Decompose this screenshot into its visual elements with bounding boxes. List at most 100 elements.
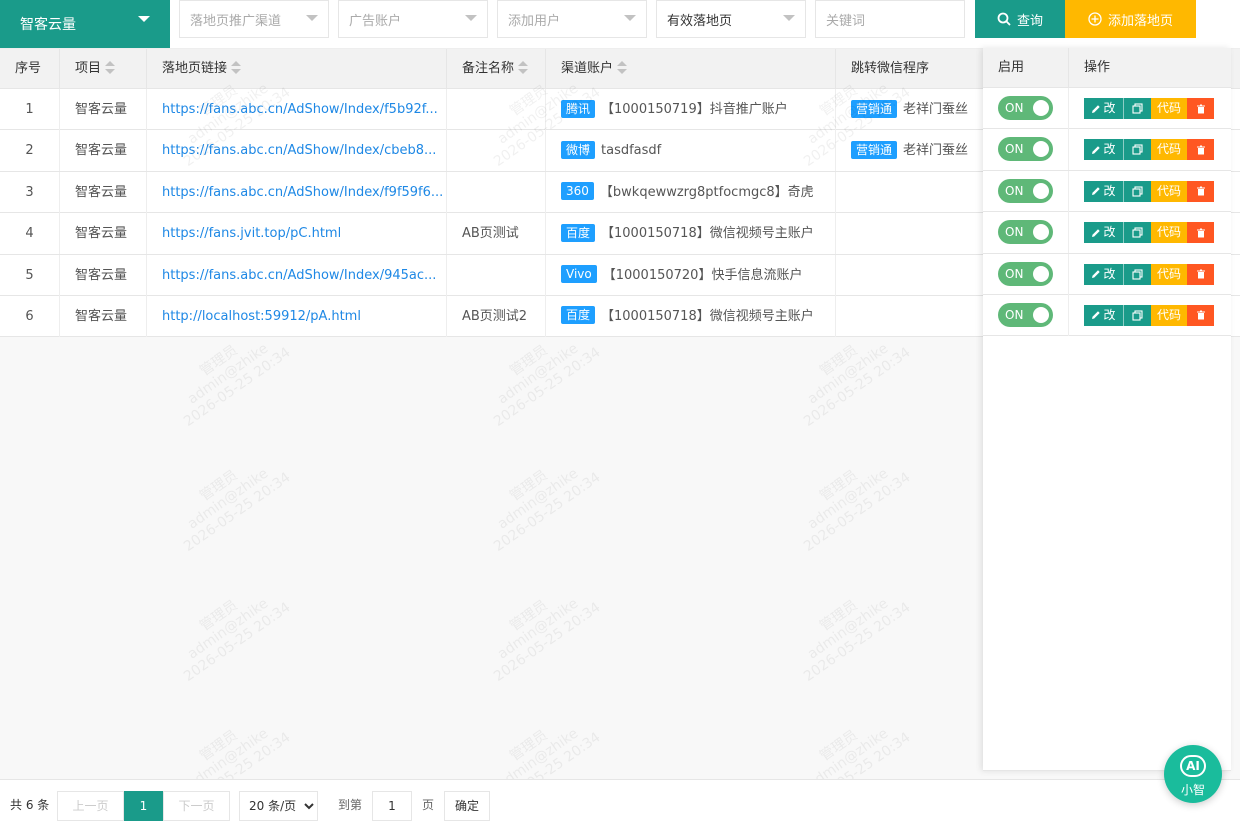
switch-label: ON <box>1005 101 1024 115</box>
code-button[interactable]: 代码 <box>1151 98 1187 119</box>
cell-channel-account: 腾讯 【1000150719】抖音推广账户 <box>546 89 836 130</box>
cell-index: 4 <box>0 213 60 255</box>
sort-icon[interactable] <box>518 60 529 75</box>
enable-switch[interactable]: ON <box>998 220 1053 245</box>
edit-label: 改 <box>1103 225 1116 240</box>
query-button[interactable]: 查询 <box>975 0 1065 38</box>
cell-wechat-mini <box>836 171 986 213</box>
cell-link: https://fans.abc.cn/AdShow/Index/945ac..… <box>147 254 447 296</box>
cell-project: 智客云量 <box>60 130 147 172</box>
col-channel-account[interactable]: 渠道账户 <box>546 49 836 89</box>
copy-button[interactable] <box>1123 222 1151 244</box>
landing-page-link[interactable]: https://fans.abc.cn/AdShow/Index/f5b92f.… <box>162 102 438 117</box>
total-count: 共 6 条 <box>10 798 50 812</box>
channel-select-placeholder: 落地页推广渠道 <box>190 13 282 29</box>
sort-icon[interactable] <box>105 60 116 75</box>
edit-button[interactable]: 改 <box>1084 304 1123 326</box>
fixed-row: ON 改 代码 <box>983 88 1231 130</box>
account-select-placeholder: 广告账户 <box>349 13 402 29</box>
switch-label: ON <box>1005 266 1024 281</box>
enable-switch[interactable]: ON <box>998 261 1053 286</box>
toolbar: 智客云量 落地页推广渠道 广告账户 添加用户 有效落地页 关键词 查询 添加落地… <box>0 0 1240 48</box>
copy-button[interactable] <box>1123 263 1151 285</box>
ai-assistant-button[interactable]: AI 小智 <box>1164 745 1222 803</box>
next-page-button[interactable]: 下一页 <box>163 791 230 821</box>
cell-channel-account: 百度 【1000150718】微信视频号主账户 <box>546 213 836 255</box>
chevron-down-icon <box>624 15 636 21</box>
col-project[interactable]: 项目 <box>60 49 147 89</box>
copy-button[interactable] <box>1123 98 1151 119</box>
copy-button[interactable] <box>1123 304 1151 326</box>
landing-page-link[interactable]: https://fans.abc.cn/AdShow/Index/945ac..… <box>162 268 436 283</box>
delete-button[interactable] <box>1187 139 1214 161</box>
cell-actions: 改 代码 <box>1069 88 1231 129</box>
delete-button[interactable] <box>1187 263 1214 285</box>
switch-knob <box>1033 265 1049 282</box>
code-button[interactable]: 代码 <box>1151 263 1187 285</box>
copy-button[interactable] <box>1123 180 1151 202</box>
keyword-input[interactable]: 关键词 <box>815 0 965 38</box>
col-link[interactable]: 落地页链接 <box>147 49 447 89</box>
switch-label: ON <box>1005 225 1024 240</box>
confirm-goto-button[interactable]: 确定 <box>444 791 490 821</box>
delete-button[interactable] <box>1187 180 1214 202</box>
page-1-button[interactable]: 1 <box>124 791 163 821</box>
project-select-value: 智客云量 <box>20 17 76 33</box>
enable-switch[interactable]: ON <box>998 137 1053 162</box>
switch-label: ON <box>1005 307 1024 322</box>
edit-button[interactable]: 改 <box>1084 222 1123 244</box>
keyword-input-placeholder: 关键词 <box>826 13 866 29</box>
search-icon <box>997 12 1011 26</box>
edit-label: 改 <box>1103 101 1116 115</box>
trash-icon <box>1196 269 1205 279</box>
edit-button[interactable]: 改 <box>1084 180 1123 202</box>
delete-button[interactable] <box>1187 98 1214 119</box>
landing-page-link[interactable]: http://localhost:59912/pA.html <box>162 309 361 324</box>
col-remark[interactable]: 备注名称 <box>447 49 546 89</box>
landing-page-link[interactable]: https://fans.jvit.top/pC.html <box>162 226 341 241</box>
landing-page-link[interactable]: https://fans.abc.cn/AdShow/Index/f9f59f6… <box>162 185 443 200</box>
cell-index: 6 <box>0 295 60 337</box>
edit-label: 改 <box>1103 307 1116 322</box>
channel-tag: 百度 <box>561 306 596 325</box>
pagination: 共 6 条 上一页 1 下一页 20 条/页 到第 页 确定 <box>0 779 1240 830</box>
code-button[interactable]: 代码 <box>1151 222 1187 244</box>
code-button[interactable]: 代码 <box>1151 304 1187 326</box>
channel-account-text: 【1000150720】快手信息流账户 <box>602 267 803 283</box>
cell-project: 智客云量 <box>60 295 147 337</box>
enable-switch[interactable]: ON <box>998 302 1053 327</box>
cell-wechat-mini <box>836 213 986 255</box>
sort-icon[interactable] <box>617 60 628 75</box>
mini-program-name: 老祥门蚕丝 <box>903 102 969 117</box>
page-size-select[interactable]: 20 条/页 <box>239 791 318 821</box>
goto-page-input[interactable] <box>372 791 412 821</box>
landing-page-link[interactable]: https://fans.abc.cn/AdShow/Index/cbeb8..… <box>162 143 436 158</box>
col-actions-label: 操作 <box>1084 60 1111 75</box>
enable-switch[interactable]: ON <box>998 96 1053 120</box>
cell-remark <box>447 171 546 213</box>
code-button[interactable]: 代码 <box>1151 139 1187 161</box>
delete-button[interactable] <box>1187 304 1214 326</box>
copy-button[interactable] <box>1123 139 1151 161</box>
prev-page-button[interactable]: 上一页 <box>57 791 124 821</box>
copy-icon <box>1132 144 1143 155</box>
edit-button[interactable]: 改 <box>1084 139 1123 161</box>
status-select[interactable]: 有效落地页 <box>656 0 806 38</box>
edit-button[interactable]: 改 <box>1084 98 1123 119</box>
channel-select[interactable]: 落地页推广渠道 <box>179 0 329 38</box>
code-button[interactable]: 代码 <box>1151 180 1187 202</box>
delete-button[interactable] <box>1187 222 1214 244</box>
trash-icon <box>1196 228 1205 238</box>
project-select[interactable]: 智客云量 <box>0 0 170 48</box>
cell-enabled: ON <box>983 253 1069 295</box>
enable-switch[interactable]: ON <box>998 178 1053 203</box>
add-landing-page-button[interactable]: 添加落地页 <box>1065 0 1196 38</box>
add-circle-icon <box>1088 12 1102 26</box>
user-select[interactable]: 添加用户 <box>497 0 647 38</box>
edit-button[interactable]: 改 <box>1084 263 1123 285</box>
cell-channel-account: Vivo 【1000150720】快手信息流账户 <box>546 254 836 296</box>
account-select[interactable]: 广告账户 <box>338 0 488 38</box>
col-index: 序号 <box>0 49 60 89</box>
sort-icon[interactable] <box>231 60 242 75</box>
cell-wechat-mini: 营销通 老祥门蚕丝 <box>836 89 986 130</box>
